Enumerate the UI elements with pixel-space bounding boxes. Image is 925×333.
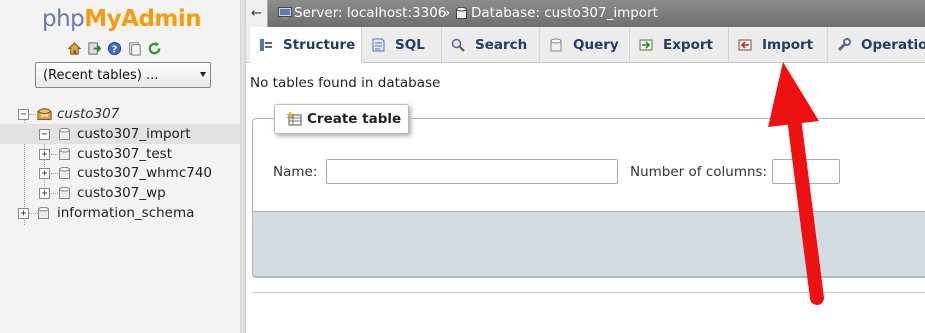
tab-label: Export xyxy=(663,36,713,53)
svg-text:?: ? xyxy=(112,44,117,55)
tab-label: Structure xyxy=(283,36,356,53)
database-group-icon xyxy=(37,107,52,121)
database-icon xyxy=(38,206,49,220)
breadcrumb: ← Server: localhost:3306 » Database: cus… xyxy=(246,0,925,27)
num-columns-label: Number of columns: xyxy=(630,164,768,180)
tab-label: Operations xyxy=(861,36,925,53)
tree-item-custo307-import[interactable]: − custo307_import xyxy=(0,124,240,144)
tab-export[interactable]: Export xyxy=(630,27,729,62)
search-icon xyxy=(451,38,465,52)
collapse-icon[interactable]: − xyxy=(18,109,29,120)
database-icon xyxy=(59,166,70,180)
tab-label: SQL xyxy=(395,36,425,53)
legend-label: Create table xyxy=(307,111,402,127)
expand-icon[interactable]: + xyxy=(18,208,29,219)
sql-icon xyxy=(372,38,385,51)
tree-item-label: custo307_test xyxy=(77,146,173,162)
operations-icon xyxy=(837,37,851,51)
breadcrumb-database[interactable]: Database: custo307_import xyxy=(471,5,658,21)
export-icon xyxy=(639,39,653,50)
tab-bar: Structure SQL Search Query Export Import… xyxy=(246,27,925,63)
tab-structure[interactable]: Structure xyxy=(250,27,362,63)
reload-icon[interactable] xyxy=(147,41,162,56)
create-table-footer xyxy=(252,211,925,277)
tree-item-label: custo307_whmc740 xyxy=(77,165,213,181)
tab-operations[interactable]: Operations xyxy=(828,27,925,62)
navigation-panel: phpMyAdmin ? (Recent tables) ... − custo… xyxy=(0,0,240,333)
table-name-label: Name: xyxy=(273,164,318,180)
tree-item-label: custo307 xyxy=(57,106,120,122)
divider xyxy=(252,292,925,293)
breadcrumb-server[interactable]: Server: localhost:3306 xyxy=(294,5,446,21)
arrow-left-icon: ← xyxy=(251,6,262,21)
tree-item-custo307-whmc740[interactable]: + custo307_whmc740 xyxy=(0,163,240,183)
database-icon xyxy=(59,186,70,200)
collapse-icon[interactable]: − xyxy=(39,129,50,140)
docs-icon[interactable] xyxy=(127,41,142,56)
table-name-input[interactable] xyxy=(326,159,618,184)
tab-import[interactable]: Import xyxy=(729,27,828,62)
database-icon xyxy=(59,147,70,161)
tab-query[interactable]: Query xyxy=(540,27,630,62)
tree-item-custo307-wp[interactable]: + custo307_wp xyxy=(0,183,240,203)
tab-label: Import xyxy=(762,36,814,53)
server-icon xyxy=(278,7,292,24)
expand-icon[interactable]: + xyxy=(39,168,50,179)
collapse-nav-button[interactable]: ← xyxy=(246,0,268,27)
import-icon xyxy=(738,39,752,50)
chevron-down-icon xyxy=(200,72,206,77)
tree-item-label: custo307_import xyxy=(77,126,191,142)
tab-label: Search xyxy=(475,36,528,53)
tree-item-label: information_schema xyxy=(57,205,195,221)
logout-icon[interactable] xyxy=(87,41,102,56)
quick-links: ? xyxy=(67,41,162,56)
home-icon[interactable] xyxy=(67,41,82,56)
recent-tables-select[interactable]: (Recent tables) ... xyxy=(35,62,211,88)
new-table-icon xyxy=(287,111,302,126)
tree-item-label: custo307_wp xyxy=(77,185,166,201)
recent-tables-value: (Recent tables) ... xyxy=(43,68,159,83)
structure-icon xyxy=(260,38,272,51)
database-icon xyxy=(456,6,467,24)
no-tables-message: No tables found in database xyxy=(250,75,441,91)
tree-item-information-schema[interactable]: + information_schema xyxy=(0,203,240,223)
num-columns-input[interactable] xyxy=(772,159,840,184)
help-icon[interactable]: ? xyxy=(107,41,122,56)
tab-search[interactable]: Search xyxy=(442,27,540,62)
tab-label: Query xyxy=(573,36,619,53)
phpmyadmin-logo[interactable]: phpMyAdmin xyxy=(42,6,202,32)
tab-sql[interactable]: SQL xyxy=(362,27,442,62)
expand-icon[interactable]: + xyxy=(39,188,50,199)
database-icon xyxy=(59,127,70,141)
query-icon xyxy=(550,38,562,51)
expand-icon[interactable]: + xyxy=(39,149,50,160)
tree-item-custo307-test[interactable]: + custo307_test xyxy=(0,144,240,164)
breadcrumb-separator: » xyxy=(442,5,451,21)
create-table-legend: Create table xyxy=(274,104,409,134)
tree-item-custo307[interactable]: − custo307 xyxy=(0,104,240,124)
